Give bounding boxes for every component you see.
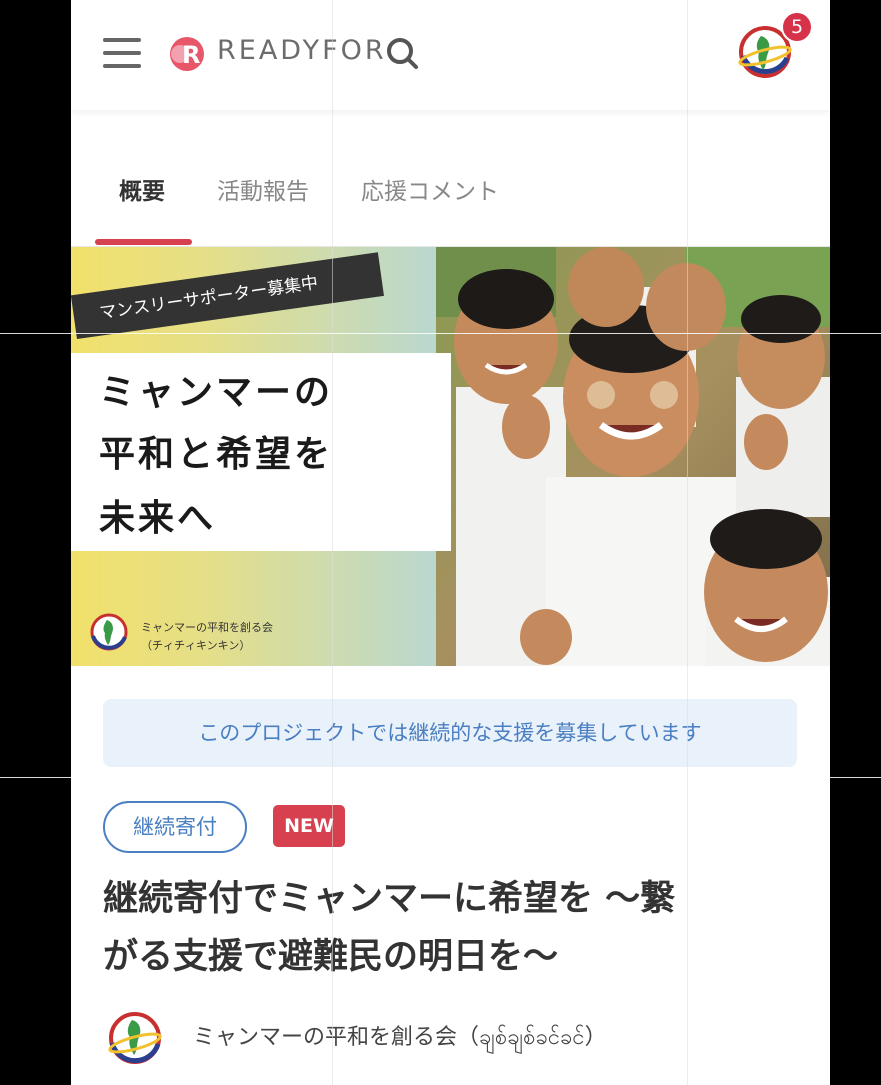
hero-headline-line: ミャンマーの bbox=[99, 372, 334, 413]
project-title: 継続寄付でミャンマーに希望を ～繋 がる支援で避難民の明日を～ bbox=[103, 870, 803, 986]
brand-name[interactable]: READYFOR bbox=[217, 35, 387, 66]
project-title-line: がる支援で避難民の明日を～ bbox=[103, 937, 559, 977]
grid-line bbox=[687, 0, 688, 1085]
new-badge: NEW bbox=[273, 805, 345, 847]
readyfor-logo-icon[interactable]: R bbox=[169, 36, 205, 72]
org-logo-icon bbox=[90, 613, 128, 651]
hero-image: マンスリーサポーター募集中 ミャンマーの 平和と希望を 未来へ ミャンマーの平和… bbox=[71, 247, 830, 666]
active-tab-indicator bbox=[95, 239, 192, 245]
hero-headline-line: 平和と希望を bbox=[99, 434, 334, 475]
continuous-donation-tag[interactable]: 継続寄付 bbox=[103, 801, 247, 853]
top-header: R READYFOR 5 bbox=[71, 0, 830, 110]
children-photo bbox=[436, 247, 830, 666]
tab-support-comments[interactable]: 応援コメント bbox=[361, 172, 499, 206]
tab-overview[interactable]: 概要 bbox=[119, 172, 165, 206]
tab-activity-report[interactable]: 活動報告 bbox=[217, 172, 309, 206]
notification-badge[interactable]: 5 bbox=[781, 11, 813, 43]
org-name-sub: （チィチィキンキン） bbox=[141, 639, 251, 652]
tab-bar: 概要 活動報告 応援コメント bbox=[71, 150, 830, 247]
grid-line bbox=[0, 777, 881, 778]
hero-headline-panel: ミャンマーの 平和と希望を 未来へ bbox=[71, 353, 451, 551]
grid-line bbox=[332, 0, 333, 1085]
menu-icon[interactable] bbox=[103, 38, 141, 68]
owner-avatar[interactable] bbox=[107, 1010, 163, 1066]
org-name-line: ミャンマーの平和を創る会 bbox=[141, 621, 273, 634]
project-title-line: 継続寄付でミャンマーに希望を ～繋 bbox=[103, 879, 676, 919]
svg-text:R: R bbox=[182, 41, 200, 69]
hero-headline-line: 未来へ bbox=[99, 498, 217, 539]
grid-line bbox=[0, 333, 881, 334]
phone-screen: R READYFOR 5 概要 活動報告 応援コメント マンスリーサポーター募集… bbox=[71, 0, 830, 1085]
continuous-support-notice: このプロジェクトでは継続的な支援を募集しています bbox=[103, 699, 797, 767]
search-icon[interactable] bbox=[385, 36, 419, 70]
owner-name-link[interactable]: ミャンマーの平和を創る会（ချစ်ချစ်ခင်ခင်） bbox=[193, 1019, 607, 1055]
